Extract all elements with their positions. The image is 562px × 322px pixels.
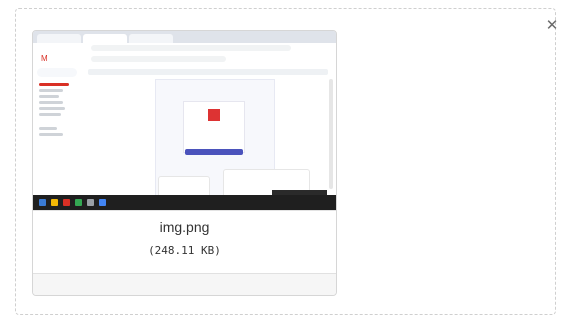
- sidebar-item: [39, 101, 63, 104]
- file-preview-card: M img.png (248.11 KB): [32, 30, 337, 296]
- sidebar-item: [39, 133, 63, 136]
- file-name: img.png: [159, 219, 210, 235]
- file-card-footer: [33, 273, 336, 295]
- gmail-logo-icon: M: [41, 54, 48, 63]
- taskbar-icon: [75, 199, 82, 206]
- taskbar-icon: [87, 199, 94, 206]
- browser-tab-active: [83, 34, 127, 43]
- taskbar-icon: [99, 199, 106, 206]
- sidebar-item: [39, 83, 69, 86]
- sidebar-item: [39, 113, 61, 116]
- browser-tab: [129, 34, 173, 43]
- browser-url-field: [91, 45, 291, 51]
- image-thumbnail: M: [33, 31, 336, 211]
- close-icon[interactable]: ✕: [543, 16, 561, 34]
- teams-avatar: [208, 109, 220, 121]
- browser-tab: [37, 34, 81, 43]
- gmail-search: [91, 56, 226, 62]
- taskbar-icon: [51, 199, 58, 206]
- scrollbar: [329, 79, 333, 189]
- gmail-toolbar: [88, 69, 328, 75]
- sidebar-item: [39, 95, 59, 98]
- teams-join-button: [185, 149, 243, 155]
- taskbar-icon: [63, 199, 70, 206]
- gmail-compose-button: [37, 68, 77, 77]
- sidebar-item: [39, 127, 57, 130]
- taskbar-icon: [39, 199, 46, 206]
- sidebar-item: [39, 107, 65, 110]
- sidebar-item: [39, 89, 63, 92]
- file-size: (248.11 KB): [148, 244, 221, 257]
